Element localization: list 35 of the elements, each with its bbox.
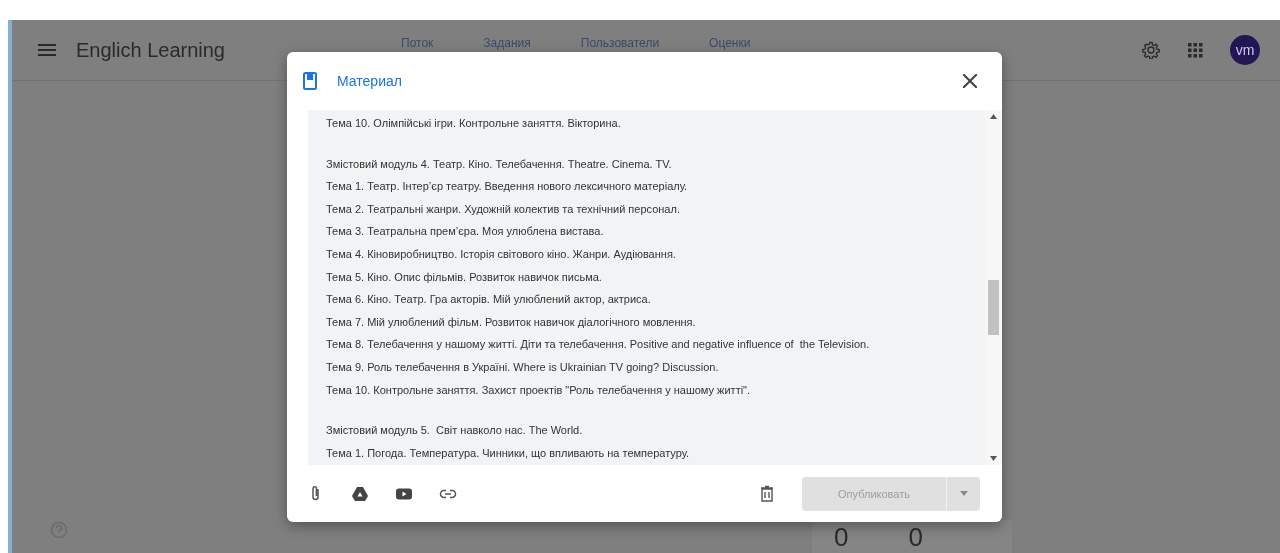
text-line: Тема 10. Олімпійські ігри. Контрольне заняття. Вікторина. [326,116,622,131]
dialog-title: Материал [337,73,403,89]
text-line: Тема 6. Кіно. Театр. Гра акторів. Мій улюблений актор, актриса. [326,292,652,308]
text-line: Тема 4. Кіновиробництво. Історія світового кіно. Жанри. Аудіювання. [326,246,677,262]
drive-icon[interactable] [351,484,369,503]
text-line: Тема 1. Театр. Інтер’єр театру. Введення нового лексичного матеріалу. [326,179,689,195]
text-line: Змістовий модуль 5. Світ навколо нас. The World. [326,423,584,439]
text-line: Тема 7. Мій улюблений фільм. Розвиток навичок діалогічного мовлення. [326,314,697,330]
text-line: Тема 2. Театральні жанри. Художній колектив та технічний персонал. [326,201,681,217]
text-line: Тема 3. Театральна прем’єра. Моя улюблена вистава. [326,224,605,240]
trash-icon[interactable] [758,484,776,503]
user-avatar[interactable]: vm [1230,35,1260,65]
text-line: Тема 8. Телебачення у нашому житті. Діти та телебачення. Positive and negative influence of the Television. [326,337,871,353]
bookmark-document-icon [303,72,317,90]
nav-tab[interactable]: Задания [473,36,541,50]
text-line: Змістовий модуль 4. Театр. Кіно. Телебачення. Theatre. Cinema. TV. [326,156,673,172]
nav-tab[interactable]: Пользователи [570,36,670,50]
nav-tab[interactable]: Оценки [699,36,761,50]
apps-grid-icon[interactable] [1186,41,1204,59]
stat-count: 0 [834,522,849,553]
stat-count: 0 [908,522,923,553]
text-line: Тема 5. Кіно. Опис фільмів. Розвиток навичок письма. [326,269,603,285]
settings-icon[interactable] [1142,41,1160,59]
text-line: Тема 9. Роль телебачення в Україні. Where is Ukrainian TV going? Discussion. [326,359,720,375]
scroll-down-arrow-icon[interactable] [990,456,997,461]
menu-icon[interactable] [38,43,56,57]
class-title: Englich Learning [76,38,225,62]
scrollbar[interactable] [985,110,1002,465]
nav-tab[interactable]: Поток [391,36,444,50]
scrollbar-thumb[interactable] [988,280,999,335]
text-line: Тема 1. Погода. Температура. Чинники, що впливають на температуру. [326,445,691,461]
scroll-up-arrow-icon[interactable] [990,114,997,119]
text-line: Тема 10. Контрольне заняття. Захист проектів "Роль телебачення у нашому житті". [326,382,752,398]
caret-icon[interactable] [959,491,968,496]
close-icon[interactable] [963,74,977,88]
